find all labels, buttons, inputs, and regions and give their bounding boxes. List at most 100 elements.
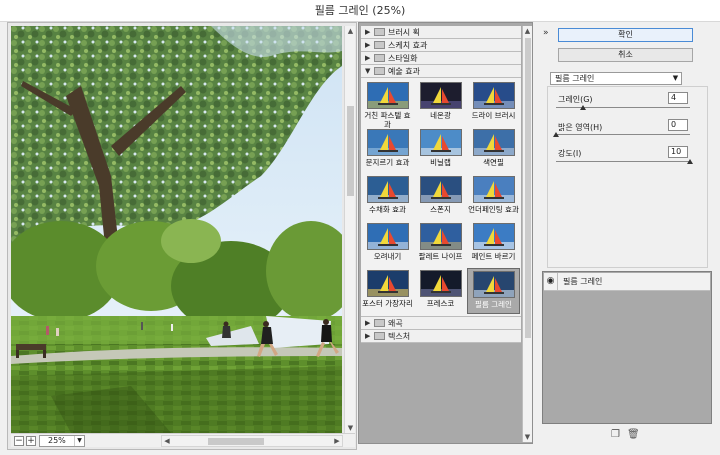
filter-preview-image [366,82,409,109]
collapse-gallery-icon[interactable]: » [543,28,549,38]
artistic-filter-thumbnails: 거친 파스텔 효과네온광 드라이 브러시문지르기 효과 비닐랩 색연필수채화 효과 스폰… [361,78,521,317]
slider-knob[interactable] [580,105,586,110]
intensity-input[interactable]: 10 [668,146,688,158]
filter-thumbnail[interactable]: 수채화 효과 [361,174,414,220]
slider-knob[interactable] [687,159,693,164]
zoom-out-button[interactable]: − [14,436,24,446]
filter-thumbnail[interactable]: 문지르기 효과 [361,127,414,173]
new-effect-layer-icon[interactable]: ❐ [611,430,621,440]
intensity-slider[interactable] [556,159,693,165]
intensity-label: 강도(I) [558,149,582,158]
preview-image[interactable] [11,26,342,433]
folder-icon [374,54,385,62]
filter-thumbnail[interactable]: 네온광 [414,80,467,126]
category-distort[interactable]: ▶ 왜곡 [361,317,521,330]
filter-name: 언더페인팅 효과 [468,205,519,214]
zoom-in-button[interactable]: + [26,436,36,446]
filter-thumbnail[interactable]: 거친 파스텔 효과 [361,80,414,129]
filter-thumbnail[interactable]: 필름 그레인 [467,268,520,314]
layer-name: 필름 그레인 [563,277,603,286]
filter-thumbnail[interactable]: 팔레트 나이프 [414,221,467,267]
filter-parameters [547,86,708,268]
category-brush[interactable]: ▶ 브러시 획 [361,26,521,39]
grain-slider[interactable] [556,105,690,111]
effect-layer-row[interactable]: ◉ 필름 그레인 [544,273,710,291]
chevron-down-icon: ▼ [74,436,84,446]
ok-button[interactable]: 확인 [558,28,693,42]
collapse-arrow-icon: ▼ [365,67,371,75]
scroll-down-arrow-icon[interactable]: ▼ [346,423,355,433]
highlight-slider[interactable] [553,132,690,138]
grain-input[interactable]: 4 [668,92,688,104]
filter-thumbnail[interactable]: 색연필 [467,127,520,173]
grain-label: 그레인(G) [558,95,593,104]
filter-preview-image [419,270,462,297]
filter-preview-image [366,176,409,203]
filter-preview-image [366,129,409,156]
folder-icon [374,319,385,327]
filter-name: 필름 그레인 [475,300,512,309]
expand-arrow-icon: ▶ [365,332,371,340]
category-texture[interactable]: ▶ 텍스처 [361,330,521,343]
folder-icon [374,41,385,49]
folder-open-icon [374,67,385,75]
filter-thumbnail[interactable]: 언더페인팅 효과 [467,174,520,220]
filter-name: 프레스코 [426,299,455,308]
scroll-up-arrow-icon[interactable]: ▲ [346,26,355,36]
filter-preview-image [472,271,515,298]
filter-preview-image [419,176,462,203]
scroll-left-arrow-icon[interactable]: ◀ [162,436,172,446]
preview-horizontal-scrollbar[interactable]: ◀ ▶ [161,435,343,447]
category-label: 스케치 효과 [388,40,428,50]
filter-thumbnail[interactable]: 비닐랩 [414,127,467,173]
eye-icon[interactable]: ◉ [544,273,558,290]
filter-name: 네온광 [430,111,451,120]
trash-icon[interactable]: 🗑 [627,430,640,440]
category-label: 스타일화 [388,53,418,63]
category-stylize[interactable]: ▶ 스타일화 [361,52,521,65]
filter-name: 문지르기 효과 [365,158,410,167]
filter-preview-image [472,129,515,156]
category-artistic[interactable]: ▼ 예술 효과 [361,65,521,78]
filter-thumbnail[interactable]: 드라이 브러시 [467,80,520,126]
filter-thumbnail[interactable]: 스폰지 [414,174,467,220]
preview-panel: ▲ ▼ − + 25% ▼ ◀ ▶ [7,22,357,450]
chevron-down-icon: ▼ [672,74,679,82]
filter-thumbnail[interactable]: 포스터 가장자리 [361,268,414,314]
zoom-select[interactable]: 25% ▼ [39,435,85,447]
filter-preview-image [366,270,409,297]
filter-name: 수채화 효과 [369,205,406,214]
filter-name: 스폰지 [430,205,451,214]
filter-gallery: ▶ 브러시 획 ▶ 스케치 효과 ▶ 스타일화 ▼ 예술 효과 거친 파스텔 효… [358,22,533,444]
scroll-right-arrow-icon[interactable]: ▶ [332,436,342,446]
zoom-bar: − + 25% ▼ ◀ ▶ [11,433,355,447]
cancel-button[interactable]: 취소 [558,48,693,62]
category-label: 왜곡 [388,318,403,328]
filter-thumbnail[interactable]: 오려내기 [361,221,414,267]
folder-icon [374,332,385,340]
scroll-thumb[interactable] [525,38,531,338]
filter-thumbnail[interactable]: 프레스코 [414,268,467,314]
expand-arrow-icon: ▶ [365,41,371,49]
scroll-up-arrow-icon[interactable]: ▲ [523,26,532,36]
scroll-down-arrow-icon[interactable]: ▼ [523,432,532,442]
highlight-input[interactable]: 0 [668,119,688,131]
preview-vertical-scrollbar[interactable]: ▲ ▼ [344,26,355,433]
filter-thumbnail[interactable]: 페인트 바르기 [467,221,520,267]
window-title: 필름 그레인 (25%) [0,0,720,22]
scroll-thumb[interactable] [208,438,264,445]
filter-preview-image [419,223,462,250]
category-label: 예술 효과 [388,66,420,76]
gallery-scrollbar[interactable]: ▲ ▼ [522,26,532,442]
zoom-value: 25% [48,436,66,445]
filter-name: 팔레트 나이프 [418,252,463,261]
filter-preview-image [472,223,515,250]
filter-preview-image [472,176,515,203]
category-label: 텍스처 [388,331,411,341]
effect-layers-panel: ◉ 필름 그레인 [542,271,712,424]
category-sketch[interactable]: ▶ 스케치 효과 [361,39,521,52]
slider-knob[interactable] [553,132,559,137]
scroll-thumb[interactable] [347,106,354,196]
filter-name: 드라이 브러시 [471,111,516,120]
filter-select[interactable]: 필름 그레인 ▼ [550,72,682,85]
